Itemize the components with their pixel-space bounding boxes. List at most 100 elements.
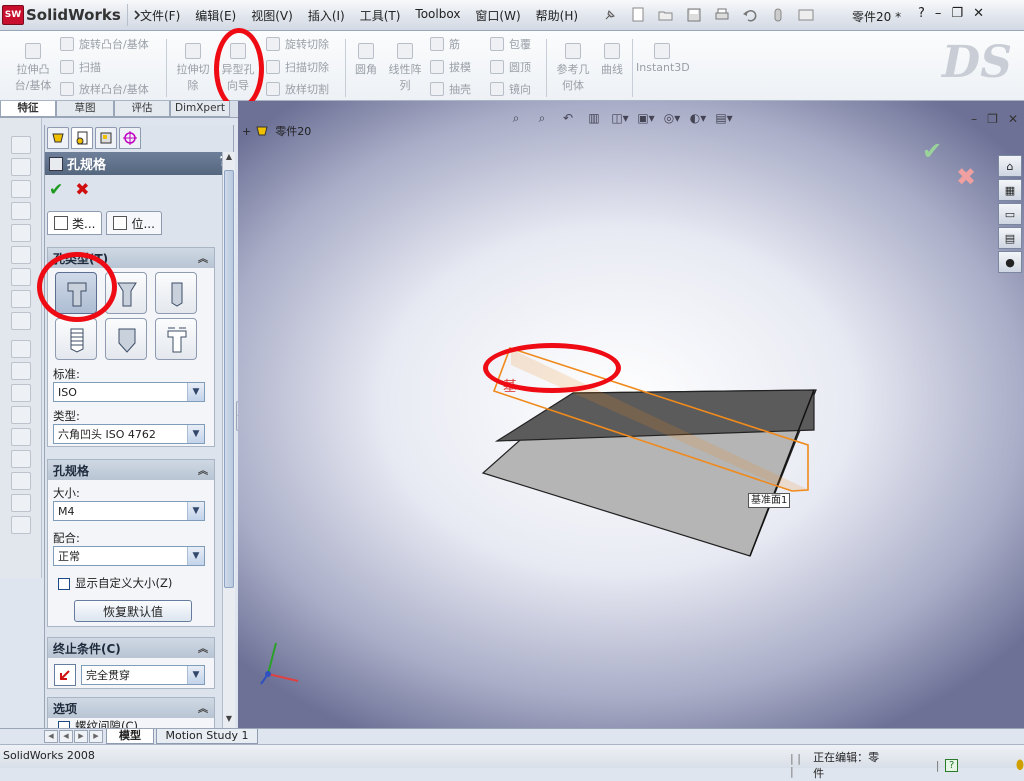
loft-button[interactable]: 放样凸台/基体: [60, 81, 149, 97]
toolbar-tool-icon[interactable]: [10, 224, 31, 242]
tab-dimxpert[interactable]: DimXpert: [170, 101, 230, 117]
restore-window-icon[interactable]: ❐: [951, 6, 963, 21]
print-icon[interactable]: [710, 5, 734, 25]
fit-select[interactable]: 正常 ▼: [53, 546, 205, 566]
collapse-chevron-icon[interactable]: ︽: [198, 462, 208, 477]
tab-model[interactable]: 模型: [106, 729, 154, 744]
toolbar-tool-icon[interactable]: [10, 136, 31, 154]
chevron-down-icon[interactable]: ▼: [187, 502, 204, 520]
help-menu-icon[interactable]: ?: [918, 6, 925, 21]
chevron-down-icon[interactable]: ▼: [187, 666, 204, 684]
standard-select[interactable]: ISO ▼: [53, 382, 205, 402]
scroll-thumb[interactable]: [224, 170, 234, 588]
dome-button[interactable]: 圆顶: [490, 59, 531, 75]
toolbar-tool-icon[interactable]: [10, 450, 31, 468]
menu-view[interactable]: 视图(V): [251, 7, 293, 24]
toolbar-tool-icon[interactable]: [10, 362, 31, 380]
tab-evaluate[interactable]: 评估: [114, 101, 170, 117]
rebuild-icon[interactable]: [766, 5, 790, 25]
graphics-area[interactable]: + 零件20 ⌕ ⌕ ↶ ▥ ◫▾ ▣▾ ◎▾ ◐▾ ▤▾ – ❐ ✕ ✔ ✖ …: [238, 101, 1024, 728]
options-icon[interactable]: [794, 5, 818, 25]
collapse-chevron-icon[interactable]: ︽: [198, 640, 208, 655]
toolbar-tool-icon[interactable]: [10, 158, 31, 176]
configuration-manager-tab-icon[interactable]: [95, 127, 117, 149]
wrap-button[interactable]: 包覆: [490, 36, 531, 52]
appearances-icon[interactable]: ●: [998, 251, 1022, 273]
simple-hole-button[interactable]: [155, 272, 197, 314]
toolbar-tool-icon[interactable]: [10, 180, 31, 198]
toolbar-tool-icon[interactable]: [10, 428, 31, 446]
revolve-boss-button[interactable]: 旋转凸台/基体: [60, 36, 149, 52]
last-tab-icon[interactable]: ▶: [89, 730, 103, 743]
menu-tools[interactable]: 工具(T): [360, 7, 401, 24]
sweep-button[interactable]: 扫描: [60, 59, 101, 75]
sweep-cut-button[interactable]: 扫描切除: [266, 59, 329, 75]
undo-icon[interactable]: [738, 5, 762, 25]
feature-manager-tab-icon[interactable]: [47, 127, 69, 149]
tab-sketch[interactable]: 草图: [56, 101, 114, 117]
chevron-down-icon[interactable]: ▼: [187, 425, 204, 443]
loft-cut-button[interactable]: 放样切割: [266, 81, 329, 97]
toolbar-tool-icon[interactable]: [10, 494, 31, 512]
reference-geometry-button[interactable]: 参考几 何体: [552, 43, 594, 93]
pipe-tap-hole-button[interactable]: [105, 318, 147, 360]
toolbar-tool-icon[interactable]: [10, 472, 31, 490]
custom-size-checkbox[interactable]: 显示自定义大小(Z): [58, 575, 172, 591]
draft-button[interactable]: 拔模: [430, 59, 471, 75]
collapse-chevron-icon[interactable]: ︽: [198, 700, 208, 715]
file-explorer-icon[interactable]: ▭: [998, 203, 1022, 225]
app-logo[interactable]: SW SolidWorks: [2, 4, 147, 26]
close-window-icon[interactable]: ✕: [973, 6, 984, 21]
hole-type-header[interactable]: 孔类型(T) ︽: [48, 248, 214, 268]
curves-button[interactable]: 曲线: [596, 43, 628, 77]
rib-button[interactable]: 筋: [430, 36, 460, 52]
dimxpert-manager-tab-icon[interactable]: [119, 127, 141, 149]
toolbar-tool-icon[interactable]: [10, 246, 31, 264]
menu-insert[interactable]: 插入(I): [308, 7, 345, 24]
tab-positions[interactable]: 位...: [106, 211, 162, 235]
tapped-hole-button[interactable]: [55, 318, 97, 360]
menu-window[interactable]: 窗口(W): [475, 7, 520, 24]
countersink-hole-button[interactable]: [105, 272, 147, 314]
counterbore-hole-button[interactable]: [55, 272, 97, 314]
scroll-down-icon[interactable]: ▼: [223, 714, 235, 728]
open-document-icon[interactable]: [654, 5, 678, 25]
instant3d-button[interactable]: Instant3D: [636, 43, 690, 74]
menu-edit[interactable]: 编辑(E): [195, 7, 236, 24]
toolbar-tool-icon[interactable]: [10, 312, 31, 330]
shell-button[interactable]: 抽壳: [430, 81, 471, 97]
fillet-button[interactable]: 圆角: [350, 43, 382, 77]
end-condition-select[interactable]: 完全贯穿 ▼: [81, 665, 205, 685]
property-manager-scrollbar[interactable]: ▲ ▼: [222, 152, 235, 728]
extrude-boss-button[interactable]: 拉伸凸 台/基体: [10, 43, 56, 93]
chevron-down-icon[interactable]: ▼: [187, 383, 204, 401]
tab-features[interactable]: 特征: [0, 101, 56, 117]
cancel-x-icon[interactable]: ✖: [75, 180, 89, 200]
revolve-cut-button[interactable]: 旋转切除: [266, 36, 329, 52]
toolbar-tool-icon[interactable]: [10, 406, 31, 424]
hole-spec-header[interactable]: 孔规格 ︽: [48, 460, 214, 480]
end-condition-header[interactable]: 终止条件(C) ︽: [48, 638, 214, 658]
hole-wizard-button[interactable]: 异型孔 向导: [216, 43, 260, 93]
minimize-window-icon[interactable]: –: [935, 6, 942, 21]
toolbar-tool-icon[interactable]: [10, 202, 31, 220]
property-manager-tab-icon[interactable]: [71, 127, 93, 149]
menu-toolbox[interactable]: Toolbox: [415, 7, 460, 24]
mirror-button[interactable]: 镜向: [490, 81, 531, 97]
prev-tab-icon[interactable]: ◀: [59, 730, 73, 743]
design-library-icon[interactable]: ▦: [998, 179, 1022, 201]
next-tab-icon[interactable]: ▶: [74, 730, 88, 743]
menu-file[interactable]: 文件(F): [140, 7, 180, 24]
solidworks-resources-icon[interactable]: ⌂: [998, 155, 1022, 177]
ok-check-icon[interactable]: ✔: [49, 180, 63, 200]
collapse-chevron-icon[interactable]: ︽: [198, 250, 208, 265]
toolbar-tool-icon[interactable]: [10, 516, 31, 534]
tab-motion-study[interactable]: Motion Study 1: [156, 729, 258, 744]
view-palette-icon[interactable]: ▤: [998, 227, 1022, 249]
save-icon[interactable]: [682, 5, 706, 25]
chevron-down-icon[interactable]: ▼: [187, 547, 204, 565]
toolbar-tool-icon[interactable]: [10, 290, 31, 308]
extrude-cut-button[interactable]: 拉伸切 除: [172, 43, 214, 93]
legacy-hole-button[interactable]: [155, 318, 197, 360]
reverse-direction-button[interactable]: [54, 664, 76, 686]
